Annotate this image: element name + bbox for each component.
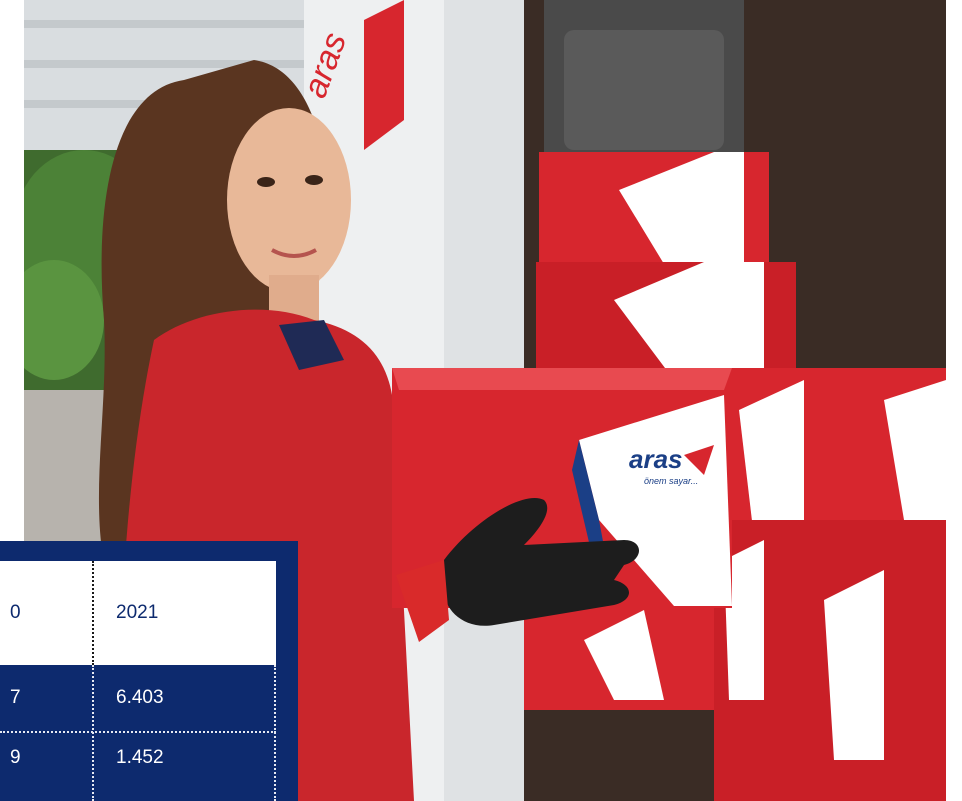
column-header-prev-year: 0: [10, 602, 21, 623]
parcel-slogan-text: önem sayar...: [644, 476, 698, 486]
column-divider: [92, 561, 94, 665]
page: aras aras önem sayar... 0 2021 7 6.403 9…: [0, 0, 962, 801]
column-divider-body: [92, 665, 94, 801]
table-right-border: [274, 665, 276, 801]
column-header-2021: 2021: [116, 602, 159, 623]
table-cell: 1.452: [116, 747, 164, 768]
table-cell: 9: [10, 747, 21, 768]
table-cell: 6.403: [116, 687, 164, 708]
data-table: 0 2021 7 6.403 9 1.452: [0, 541, 298, 801]
table-cell: 7: [10, 687, 21, 708]
parcel-brand-text: aras: [629, 444, 683, 474]
